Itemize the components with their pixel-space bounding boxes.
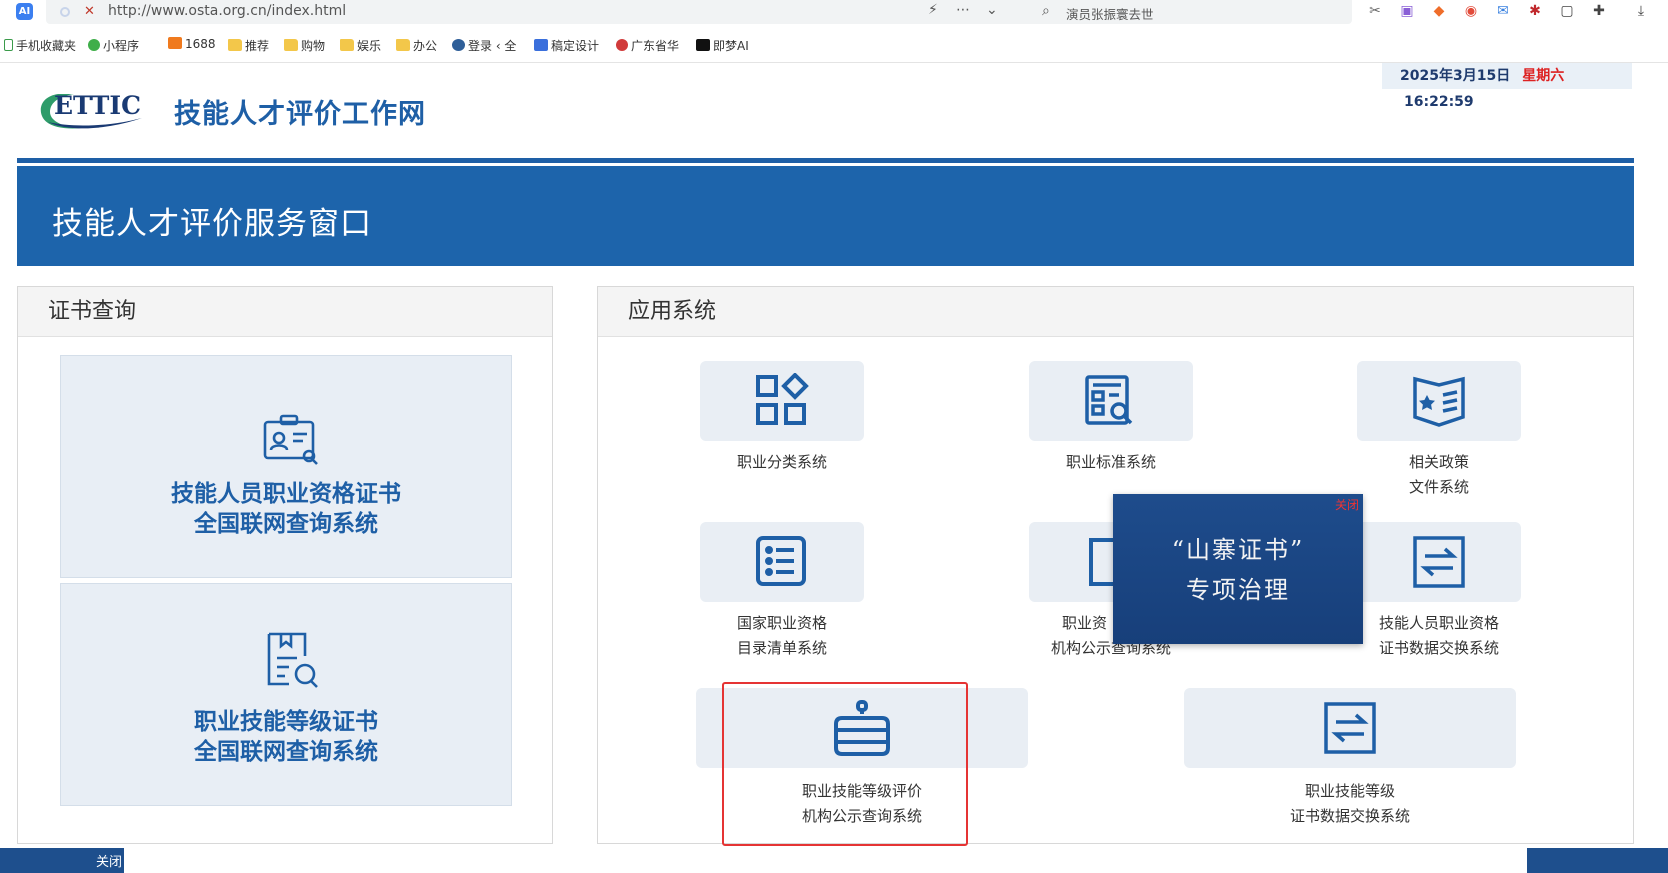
folder-icon	[396, 39, 410, 51]
popup-title-line1: “山寨证书”	[1171, 536, 1305, 564]
document-search-icon	[267, 632, 318, 688]
mail-icon[interactable]: ✉	[1494, 1, 1512, 21]
panel-title: 应用系统	[598, 287, 1633, 337]
search-icon: ⌕	[1042, 3, 1050, 19]
card-title-line1: 职业技能等级证书	[194, 709, 378, 735]
bookmark-item[interactable]: 手机收藏夹	[4, 37, 76, 54]
extension-fox-icon[interactable]: ◆	[1430, 1, 1448, 21]
list-icon	[756, 536, 806, 586]
grid-icon	[756, 373, 809, 425]
bookmark-item[interactable]: 登录 ‹ 全	[452, 37, 516, 54]
browser-logo-icon[interactable]: AI	[16, 3, 33, 20]
standard-search-icon	[1085, 375, 1133, 425]
site-info-icon[interactable]	[60, 7, 70, 17]
bookmark-item[interactable]: 即梦AI	[696, 37, 749, 54]
app-item-label[interactable]: 职业技能等级 证书数据交换系统	[1184, 779, 1516, 829]
panel-title: 证书查询	[18, 287, 552, 337]
banner-title: 技能人才评价服务窗口	[52, 206, 372, 242]
skill-level-cert-query-card[interactable]: 职业技能等级证书 全国联网查询系统	[60, 583, 512, 806]
bookmark-item[interactable]: 1688	[168, 37, 216, 51]
bookmark-folder[interactable]: 娱乐	[340, 37, 381, 54]
app-item-label[interactable]: 职业分类系统	[700, 450, 864, 475]
popup-title-line2: 专项治理	[1186, 576, 1290, 604]
alibaba-icon	[168, 37, 182, 49]
app-item-label[interactable]: 相关政策 文件系统	[1357, 450, 1521, 500]
bookmark-folder[interactable]: 购物	[284, 37, 325, 54]
card-title-line1: 技能人员职业资格证书	[171, 481, 401, 507]
search-box[interactable]: ⌕ 演员张振寰去世	[1036, 0, 1352, 24]
left-float-bar: 关闭	[0, 848, 124, 873]
counterfeit-cert-popup[interactable]: 关闭 “山寨证书” 专项治理	[1113, 494, 1363, 644]
service-banner: 技能人才评价服务窗口	[17, 166, 1634, 266]
weekday-text: 星期六	[1522, 68, 1565, 84]
policy-book-icon	[1413, 376, 1465, 427]
chevron-down-icon[interactable]: ⌄	[986, 2, 998, 18]
phone-icon	[4, 39, 13, 51]
time-text: 16:22:59	[1404, 94, 1474, 110]
right-float-bar	[1527, 848, 1668, 873]
left-float-close-button[interactable]: 关闭	[96, 851, 122, 870]
translate-icon[interactable]: ▣	[1398, 1, 1416, 21]
jimeng-icon	[696, 39, 710, 51]
exchange-icon	[1324, 702, 1376, 754]
mini-program-icon	[88, 39, 100, 51]
date-time-display: 2025年3月15日 星期六 16:22:59	[1382, 63, 1632, 110]
bookmark-item[interactable]: 广东省华	[616, 37, 679, 54]
exchange-icon	[1413, 536, 1465, 588]
header-divider	[17, 158, 1634, 163]
url-text[interactable]: http://www.osta.org.cn/index.html	[108, 3, 346, 19]
app-item-label[interactable]: 国家职业资格 目录清单系统	[700, 611, 864, 661]
national-qualification-catalog-tile[interactable]	[700, 522, 864, 602]
scissors-icon[interactable]: ✂	[1366, 1, 1384, 21]
popup-close-button[interactable]: 关闭	[1335, 496, 1359, 513]
tab-icon[interactable]: ▢	[1558, 1, 1576, 21]
app-item-label[interactable]: 职业标准系统	[1029, 450, 1193, 475]
insecure-icon[interactable]: ✕	[84, 4, 95, 19]
gov-emblem-icon	[616, 39, 628, 51]
card-title-line2: 全国联网查询系统	[194, 511, 378, 537]
bookmark-item[interactable]: 稿定设计	[534, 37, 599, 54]
skill-level-cert-exchange-tile[interactable]	[1184, 688, 1516, 768]
lightning-icon[interactable]: ⚡	[928, 2, 938, 18]
address-bar[interactable]: ✕ http://www.osta.org.cn/index.html ⚡ ⋯ …	[46, 0, 1046, 24]
date-text: 2025年3月15日	[1400, 68, 1511, 84]
search-text[interactable]: 演员张振寰去世	[1066, 4, 1154, 23]
occupation-standard-tile[interactable]	[1029, 361, 1193, 441]
folder-icon	[340, 39, 354, 51]
extension-star-icon[interactable]: ✱	[1526, 1, 1544, 21]
browser-toolbar: AI ✕ http://www.osta.org.cn/index.html ⚡…	[0, 0, 1668, 24]
wordpress-icon	[452, 39, 465, 51]
policy-documents-tile[interactable]	[1357, 361, 1521, 441]
ettic-logo[interactable]: ETTIC	[38, 88, 150, 132]
gaoding-icon	[534, 39, 548, 51]
bookmark-folder[interactable]: 办公	[396, 37, 437, 54]
qualification-cert-exchange-tile[interactable]	[1357, 522, 1521, 602]
certificate-query-panel: 证书查询 技能人员职业资格证书 全国联网查询系统 职业技能等级证书 全国联网查询…	[17, 286, 553, 844]
more-icon[interactable]: ⋯	[956, 2, 970, 18]
card-title-line2: 全国联网查询系统	[194, 739, 378, 765]
puzzle-icon[interactable]: ✚	[1590, 1, 1608, 21]
id-card-search-icon	[263, 414, 318, 465]
highlight-box	[722, 682, 968, 846]
site-title[interactable]: 技能人才评价工作网	[174, 92, 426, 131]
folder-icon	[228, 39, 242, 51]
folder-icon	[284, 39, 298, 51]
weibo-icon[interactable]: ◉	[1462, 1, 1480, 21]
bookmark-item[interactable]: 小程序	[88, 37, 139, 54]
occupation-classification-tile[interactable]	[700, 361, 864, 441]
bookmark-folder[interactable]: 推荐	[228, 37, 269, 54]
logo-text: ETTIC	[54, 91, 141, 120]
bookmarks-bar: 手机收藏夹 小程序 1688 推荐 购物 娱乐 办公 登录 ‹ 全 稿定设计 广…	[0, 29, 1668, 63]
qualification-cert-query-card[interactable]: 技能人员职业资格证书 全国联网查询系统	[60, 355, 512, 578]
download-icon[interactable]: ⤓	[1632, 1, 1650, 21]
app-item-label[interactable]: 技能人员职业资格 证书数据交换系统	[1357, 611, 1521, 661]
